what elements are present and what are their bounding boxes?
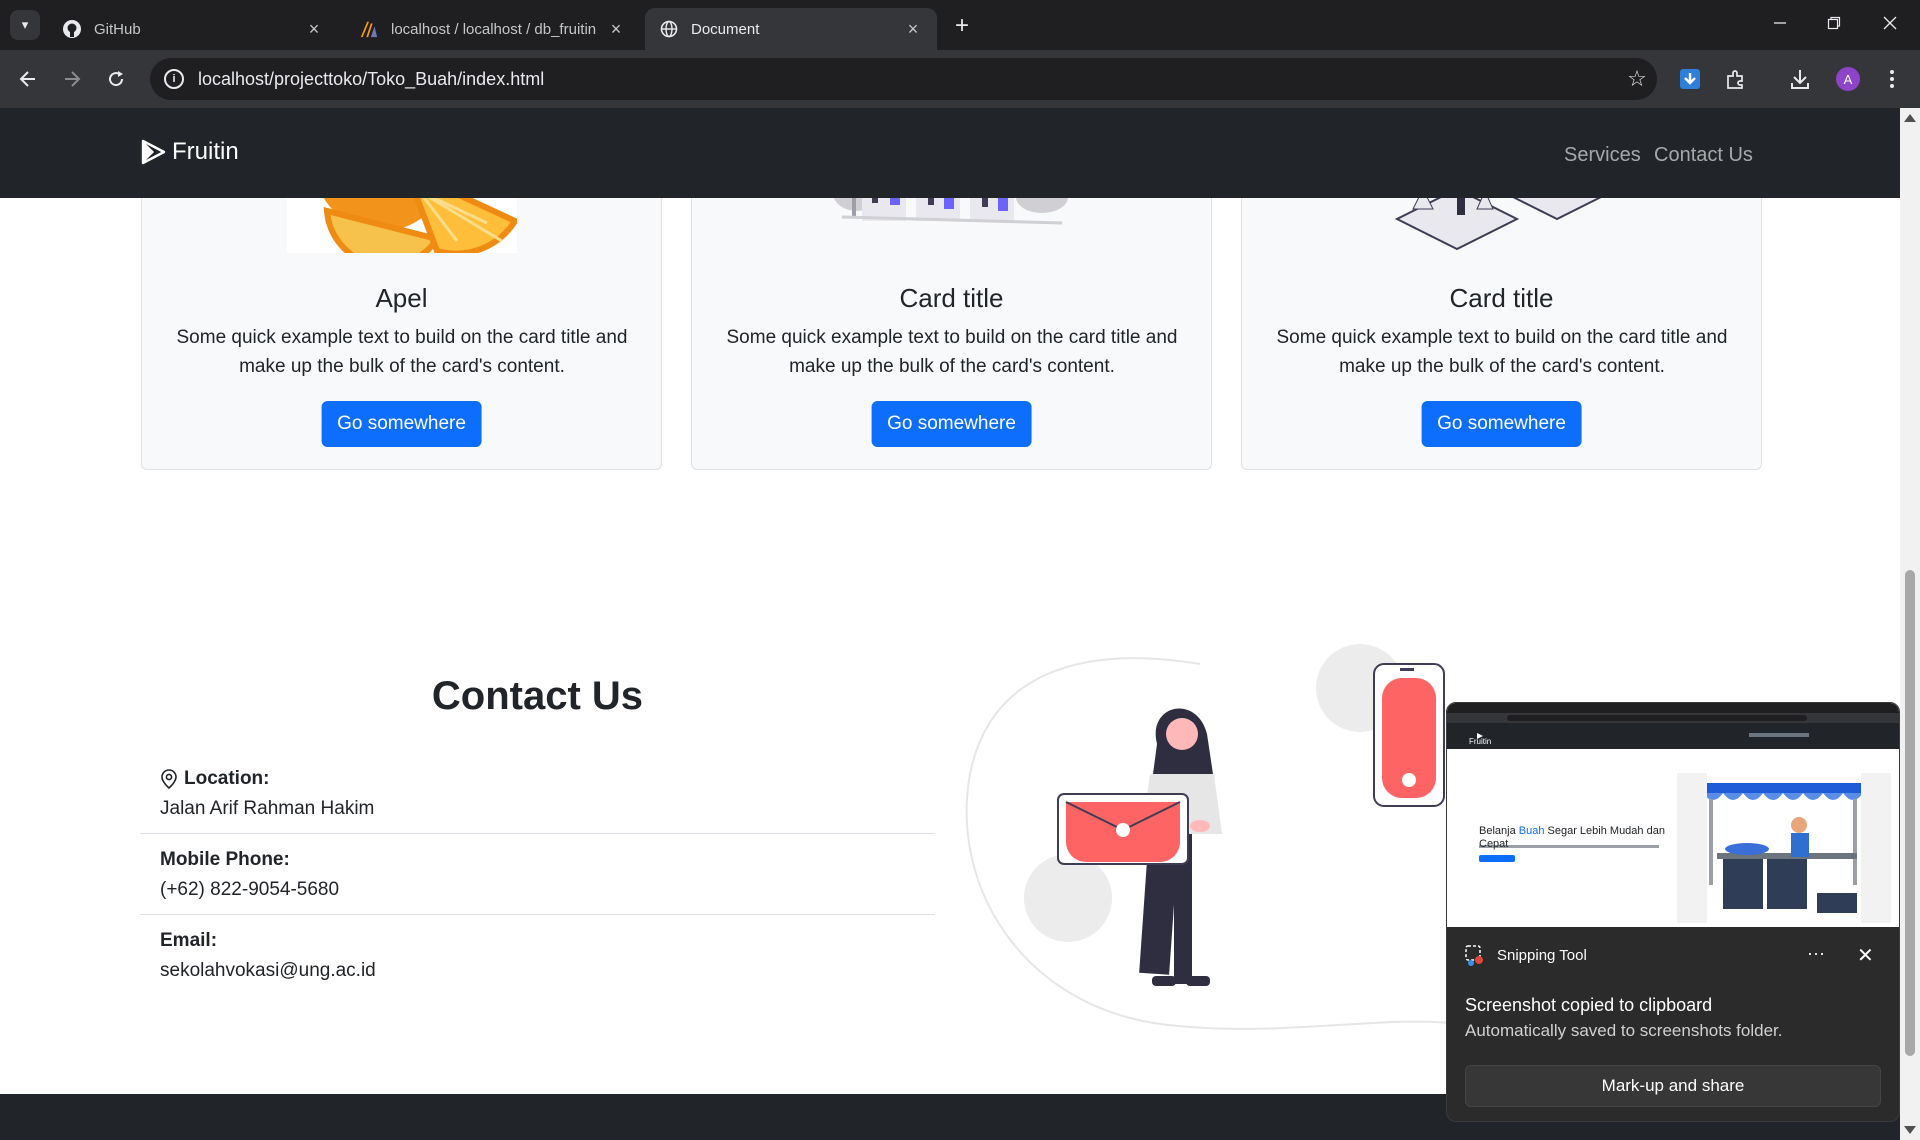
downloads-icon[interactable] [1784,63,1816,95]
profile-avatar[interactable]: A [1832,63,1864,95]
tab-title: Document [691,20,760,38]
tab-title: localhost / localhost / db_fruitin [391,20,597,38]
tab-search-button[interactable]: ▾ [10,10,40,40]
close-tab-icon[interactable]: × [304,19,324,40]
contact-label: Mobile Phone: [160,849,290,870]
url-text: localhost/projecttoko/Toko_Buah/index.ht… [198,68,545,89]
screenshot-preview[interactable]: Fruitin Belanja Buah Segar Lebih Mudah d… [1447,703,1899,927]
reload-icon[interactable] [100,63,132,95]
preview-brand: Fruitin [1469,737,1492,746]
contact-value: sekolahvokasi@ung.ac.id [160,960,376,981]
nav-link-contact[interactable]: Contact Us [1654,144,1753,167]
brand-name: Fruitin [172,138,239,165]
contact-label: Location: [184,768,270,789]
brand-link[interactable]: Fruitin [140,138,239,166]
site-info-icon[interactable]: i [164,69,184,89]
contact-illustration [960,634,1480,1054]
scroll-down-icon[interactable] [1904,1126,1916,1134]
tab-phpmyadmin[interactable]: localhost / localhost / db_fruitin × [345,8,640,50]
close-window-icon[interactable] [1862,0,1918,46]
close-icon[interactable]: ✕ [1857,943,1874,968]
toast-message: Screenshot copied to clipboard [1465,995,1713,1015]
contact-phone: Mobile Phone: (+62) 822-9054-5680 [140,849,935,901]
minimize-icon[interactable] [1752,0,1808,46]
toast-app-name: Snipping Tool [1497,947,1587,964]
contact-email: Email: sekolahvokasi@ung.ac.id [140,930,935,982]
restore-icon[interactable] [1806,0,1862,46]
divider [140,914,935,915]
github-icon [62,19,82,39]
tab-document[interactable]: Document × [645,8,937,50]
card-text: Some quick example text to build on the … [1276,327,1728,377]
tab-strip: ▾ GitHub × localhost / localhost / db_fr… [0,0,1920,50]
site-navbar: Fruitin Services Contact Us [0,108,1900,198]
snipping-tool-notification[interactable]: Fruitin Belanja Buah Segar Lebih Mudah d… [1446,702,1900,1122]
contact-label: Email: [160,930,218,951]
contact-value: Jalan Arif Rahman Hakim [160,798,375,819]
card-text: Some quick example text to build on the … [726,327,1178,377]
go-somewhere-button[interactable]: Go somewhere [1421,401,1582,447]
tab-github[interactable]: GitHub × [48,8,338,50]
new-tab-button[interactable]: + [948,12,976,40]
scroll-up-icon[interactable] [1904,114,1916,122]
extensions-puzzle-icon[interactable] [1720,63,1752,95]
phpmyadmin-icon [359,19,379,39]
card-text: Some quick example text to build on the … [176,327,628,377]
scrollbar-thumb[interactable] [1905,570,1915,1056]
snipping-tool-icon [1465,945,1483,966]
markup-share-button[interactable]: Mark-up and share [1465,1065,1881,1107]
browser-toolbar: i localhost/projecttoko/Toko_Buah/index.… [0,50,1920,108]
address-bar[interactable]: i localhost/projecttoko/Toko_Buah/index.… [150,58,1657,100]
contact-heading: Contact Us [431,674,644,718]
extension-download-icon[interactable] [1674,63,1706,95]
more-options-icon[interactable]: ··· [1807,943,1825,964]
toast-detail: Automatically saved to screenshots folde… [1465,1021,1783,1040]
bookmark-star-icon[interactable]: ☆ [1617,66,1657,92]
location-pin-icon [161,769,177,789]
close-tab-icon[interactable]: × [606,19,626,40]
contact-location: Location: Jalan Arif Rahman Hakim [140,768,935,820]
go-somewhere-button[interactable]: Go somewhere [321,401,482,447]
close-tab-icon[interactable]: × [903,19,923,40]
forward-icon[interactable] [56,63,88,95]
divider [140,833,935,834]
browser-menu-icon[interactable] [1876,63,1908,95]
contact-value: (+62) 822-9054-5680 [160,879,340,900]
page-scrollbar[interactable] [1900,108,1920,1140]
card-title: Apel [375,283,428,313]
tab-title: GitHub [94,20,141,38]
globe-icon [659,19,679,39]
play-logo-icon [141,139,166,165]
go-somewhere-button[interactable]: Go somewhere [871,401,1032,447]
card-title: Card title [1449,283,1554,313]
card-title: Card title [899,283,1004,313]
back-icon[interactable] [12,63,44,95]
preview-headline: Belanja Buah Segar Lebih Mudah dan Cepat [1479,825,1665,850]
nav-link-services[interactable]: Services [1564,144,1641,167]
